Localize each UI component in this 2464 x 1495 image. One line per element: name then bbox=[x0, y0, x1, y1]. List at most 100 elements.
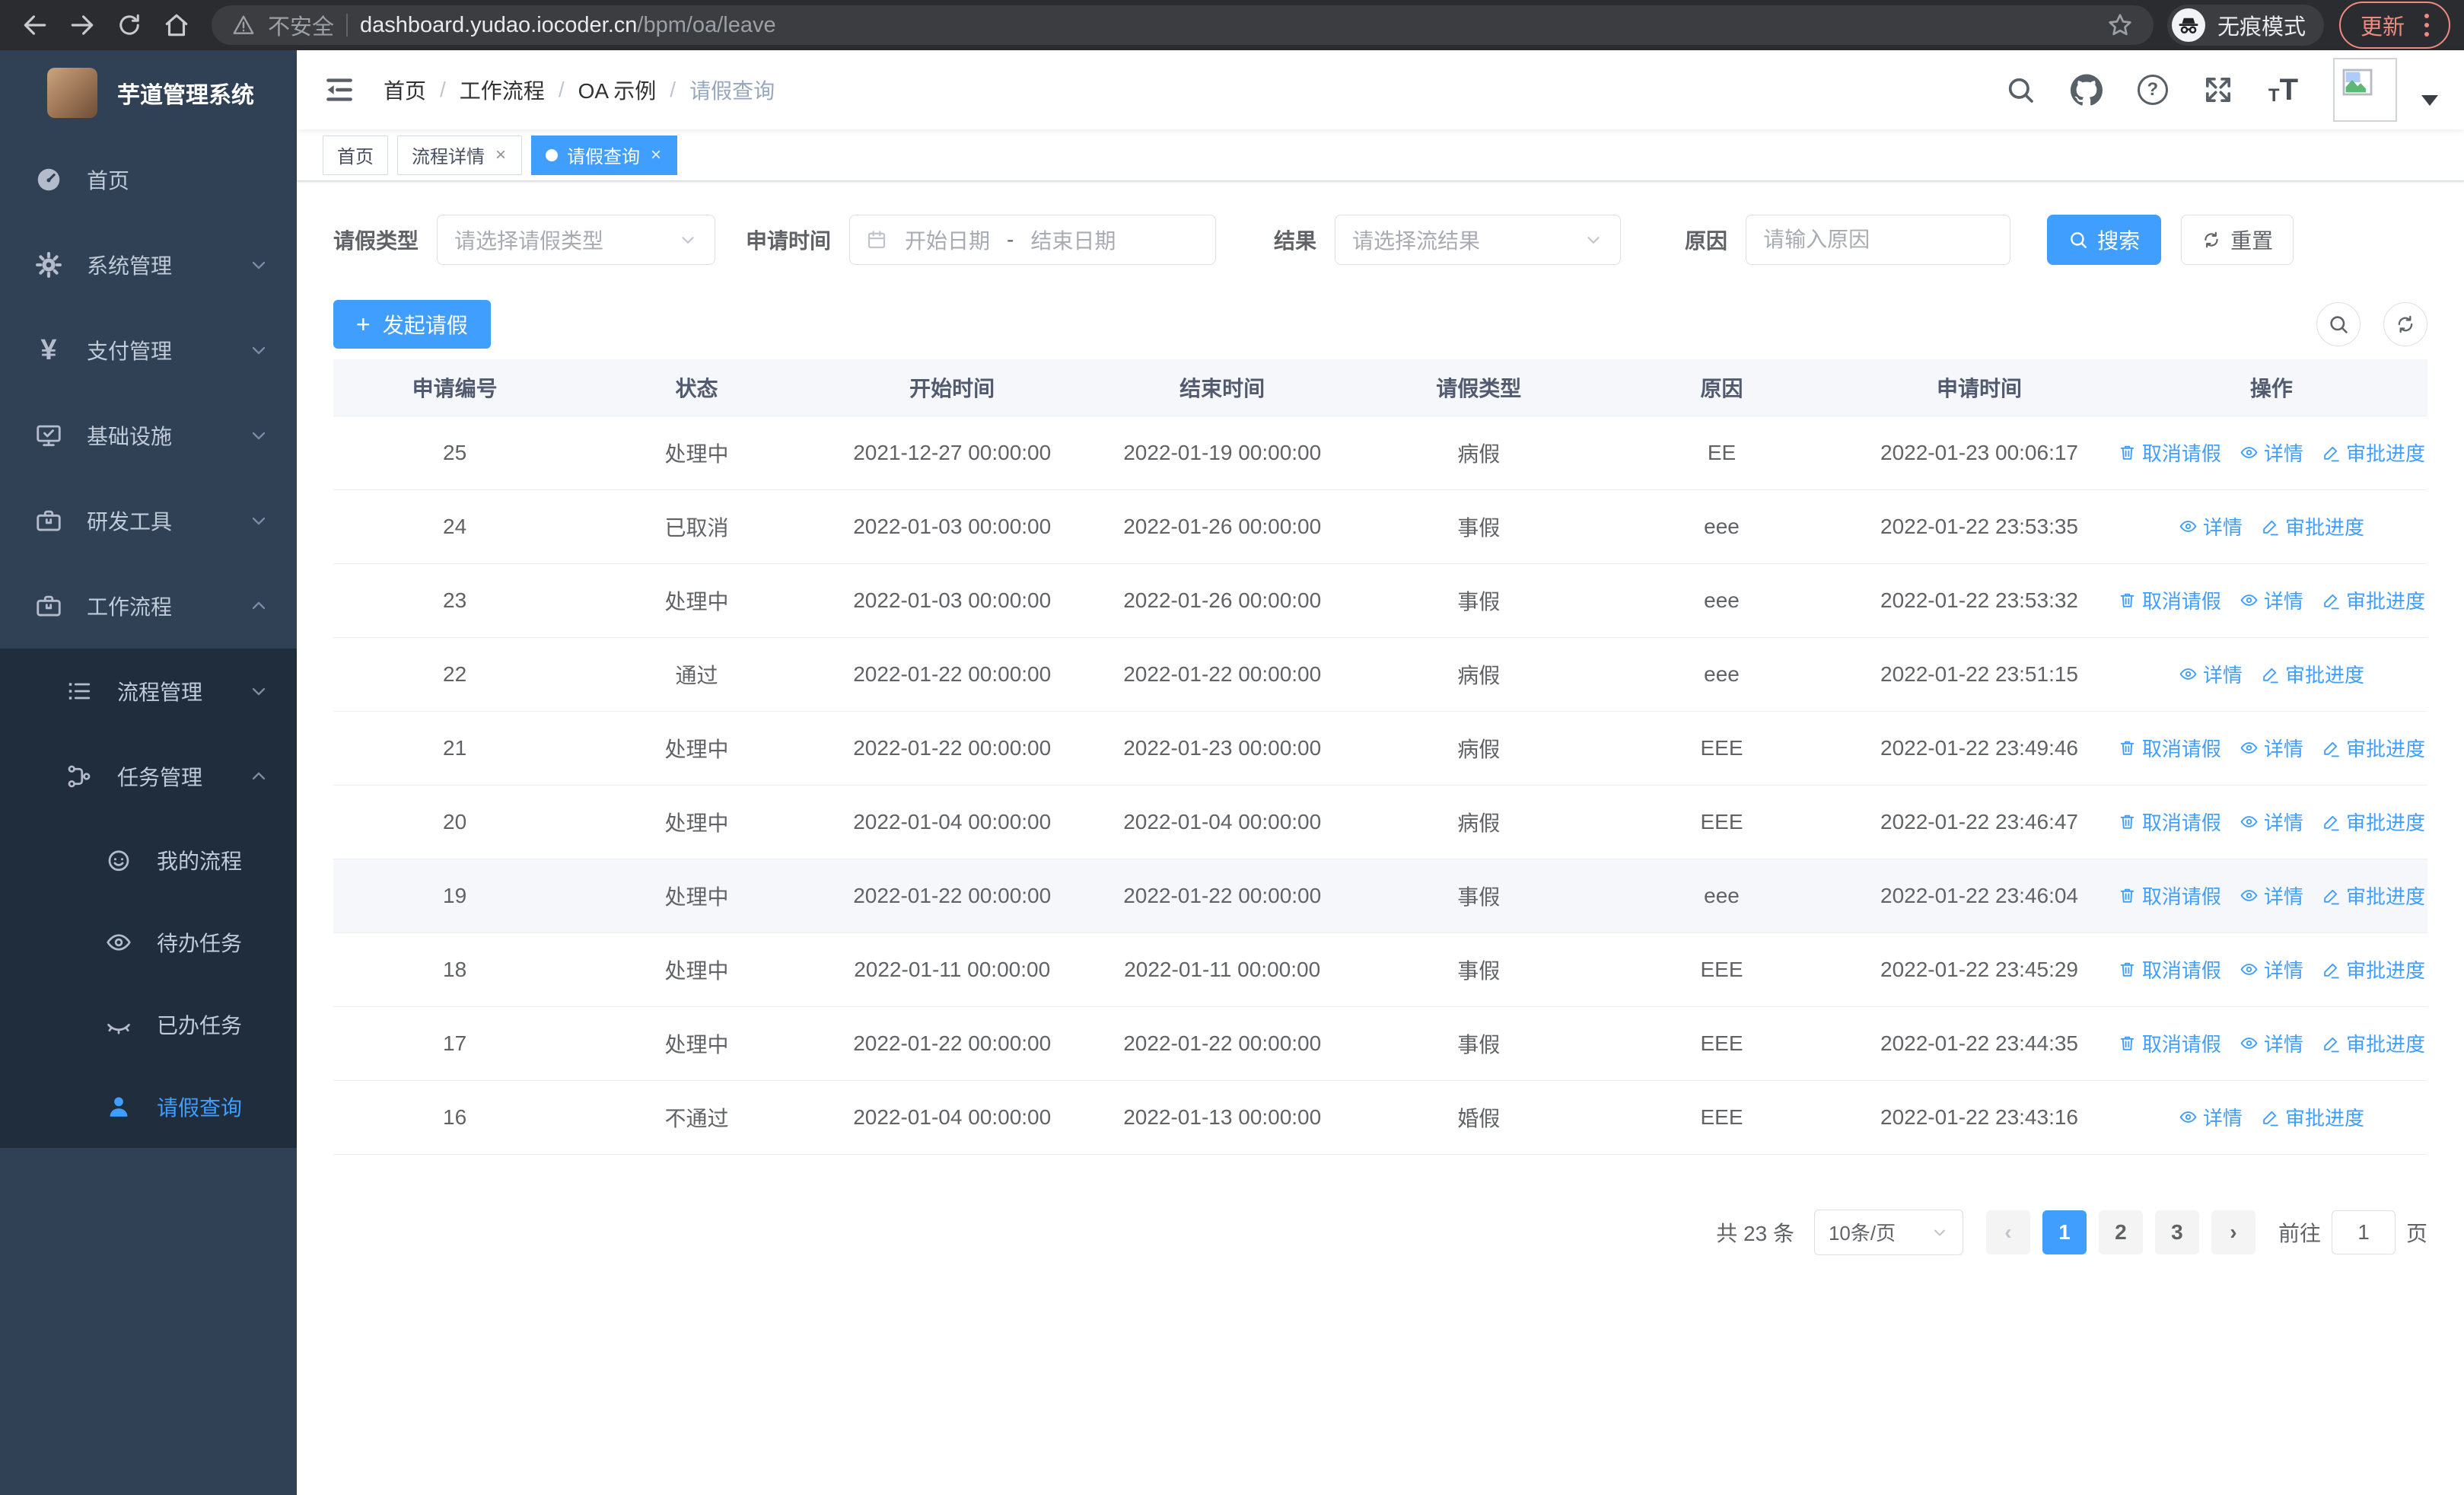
browser-update-button[interactable]: 更新 bbox=[2338, 2, 2450, 49]
result-select[interactable]: 请选择流结果 bbox=[1335, 215, 1622, 265]
cancel-leave-link[interactable]: 取消请假 bbox=[2118, 955, 2221, 983]
approval-progress-link[interactable]: 审批进度 bbox=[2322, 808, 2425, 836]
detail-link[interactable]: 详情 bbox=[2240, 734, 2303, 762]
fullscreen-button[interactable] bbox=[2203, 75, 2233, 105]
page-button-2[interactable]: 2 bbox=[2098, 1210, 2143, 1254]
eye-closed-icon bbox=[100, 1011, 137, 1038]
page-button-1[interactable]: 1 bbox=[2042, 1210, 2087, 1254]
header-search-button[interactable] bbox=[2005, 75, 2036, 105]
sidebar-item-done-tasks[interactable]: 已办任务 bbox=[0, 983, 297, 1066]
cancel-leave-link[interactable]: 取消请假 bbox=[2118, 586, 2221, 614]
font-size-icon: TT bbox=[2268, 73, 2298, 107]
breadcrumb-oa-example[interactable]: OA 示例 bbox=[578, 75, 657, 105]
sidebar-item-process-management[interactable]: 流程管理 bbox=[0, 649, 297, 734]
reset-button[interactable]: 重置 bbox=[2181, 215, 2294, 265]
search-button[interactable]: 搜索 bbox=[2047, 215, 2162, 265]
prev-page-button[interactable]: ‹ bbox=[1985, 1210, 2030, 1254]
breadcrumb-home[interactable]: 首页 bbox=[384, 75, 426, 105]
sidebar-item-system[interactable]: 系统管理 bbox=[0, 222, 297, 308]
detail-link[interactable]: 详情 bbox=[2240, 881, 2303, 910]
sidebar-item-devtools[interactable]: 研发工具 bbox=[0, 478, 297, 563]
sidebar-item-payment[interactable]: ¥ 支付管理 bbox=[0, 308, 297, 393]
detail-link[interactable]: 详情 bbox=[2179, 660, 2243, 688]
cancel-leave-link[interactable]: 取消请假 bbox=[2118, 808, 2221, 836]
cell-apply-time: 2022-01-22 23:43:16 bbox=[1843, 1080, 2115, 1155]
sidebar-item-infrastructure[interactable]: 基础设施 bbox=[0, 393, 297, 478]
browser-back-button[interactable] bbox=[14, 4, 56, 46]
cell-apply-time: 2022-01-22 23:53:35 bbox=[1843, 489, 2115, 564]
app-logo-row[interactable]: 芋道管理系统 bbox=[0, 50, 297, 135]
avatar-caret-icon[interactable] bbox=[2421, 95, 2438, 106]
avatar[interactable] bbox=[2333, 58, 2397, 122]
approval-progress-link[interactable]: 审批进度 bbox=[2322, 586, 2425, 614]
apply-time-range-picker[interactable]: 开始日期 - 结束日期 bbox=[849, 215, 1217, 265]
detail-link[interactable]: 详情 bbox=[2240, 438, 2303, 467]
sidebar-collapse-button[interactable] bbox=[323, 73, 356, 107]
reason-input[interactable] bbox=[1763, 228, 1994, 252]
cancel-leave-link[interactable]: 取消请假 bbox=[2118, 881, 2221, 910]
page-button-3[interactable]: 3 bbox=[2154, 1210, 2199, 1254]
home-icon bbox=[162, 11, 191, 40]
next-page-button[interactable]: › bbox=[2211, 1210, 2255, 1254]
browser-home-button[interactable] bbox=[155, 4, 198, 46]
help-button[interactable]: ? bbox=[2137, 75, 2168, 105]
approval-progress-link[interactable]: 审批进度 bbox=[2261, 512, 2364, 540]
leave-type-select[interactable]: 请选择请假类型 bbox=[437, 215, 716, 265]
cancel-leave-link[interactable]: 取消请假 bbox=[2118, 1029, 2221, 1057]
dashboard-icon bbox=[30, 165, 67, 194]
toggle-search-button[interactable] bbox=[2316, 302, 2361, 346]
back-icon bbox=[21, 11, 49, 40]
cell-reason: eee bbox=[1600, 489, 1844, 564]
table-row: 25 处理中 2021-12-27 00:00:00 2022-01-19 00… bbox=[333, 416, 2427, 490]
cancel-leave-link[interactable]: 取消请假 bbox=[2118, 734, 2221, 762]
cancel-leave-link[interactable]: 取消请假 bbox=[2118, 438, 2221, 467]
approval-progress-link[interactable]: 审批进度 bbox=[2322, 1029, 2425, 1057]
approval-progress-link[interactable]: 审批进度 bbox=[2322, 734, 2425, 762]
approval-progress-link[interactable]: 审批进度 bbox=[2322, 881, 2425, 910]
sidebar-item-leave-query[interactable]: 请假查询 bbox=[0, 1066, 297, 1148]
goto-page-input[interactable] bbox=[2331, 1210, 2396, 1254]
font-size-button[interactable]: TT bbox=[2268, 75, 2298, 105]
close-icon[interactable]: × bbox=[649, 145, 663, 164]
sidebar-item-my-process[interactable]: 我的流程 bbox=[0, 819, 297, 901]
approval-progress-link[interactable]: 审批进度 bbox=[2261, 1103, 2364, 1131]
approval-progress-link[interactable]: 审批进度 bbox=[2261, 660, 2364, 688]
detail-link[interactable]: 详情 bbox=[2240, 1029, 2303, 1057]
sidebar-item-workflow[interactable]: 工作流程 bbox=[0, 563, 297, 649]
detail-link[interactable]: 详情 bbox=[2179, 512, 2243, 540]
browser-menu-icon[interactable] bbox=[2420, 12, 2434, 38]
forward-icon bbox=[68, 11, 97, 40]
sidebar-item-label: 任务管理 bbox=[117, 766, 203, 789]
sidebar-item-task-management[interactable]: 任务管理 bbox=[0, 734, 297, 819]
range-separator: - bbox=[1007, 228, 1014, 251]
sidebar-item-todo-tasks[interactable]: 待办任务 bbox=[0, 901, 297, 983]
breadcrumb-workflow[interactable]: 工作流程 bbox=[460, 75, 545, 105]
close-icon[interactable]: × bbox=[494, 145, 508, 164]
cell-reason: EEE bbox=[1600, 1006, 1844, 1081]
detail-link[interactable]: 详情 bbox=[2240, 955, 2303, 983]
tab-leave-query[interactable]: 请假查询 × bbox=[531, 135, 678, 175]
cell-apply-time: 2022-01-23 00:06:17 bbox=[1843, 416, 2115, 490]
browser-address-bar[interactable]: 不安全 dashboard.yudao.iocoder.cn/bpm/oa/le… bbox=[212, 5, 2154, 45]
sidebar-menu: 首页 系统管理 ¥ 支付管理 基础设施 研发工具 工作流程 流程管理 任务管理 … bbox=[0, 137, 297, 1148]
cell-actions: 取消请假 详情 审批进度 bbox=[2115, 932, 2427, 1007]
detail-link[interactable]: 详情 bbox=[2179, 1103, 2243, 1131]
approval-progress-link[interactable]: 审批进度 bbox=[2322, 438, 2425, 467]
browser-reload-button[interactable] bbox=[108, 4, 151, 46]
page-size-select[interactable]: 10条/页 bbox=[1813, 1209, 1963, 1255]
github-link-button[interactable] bbox=[2071, 74, 2103, 106]
cell-apply-time: 2022-01-22 23:49:46 bbox=[1843, 711, 2115, 786]
browser-forward-button[interactable] bbox=[61, 4, 103, 46]
create-leave-button[interactable]: + 发起请假 bbox=[333, 300, 491, 349]
tab-home[interactable]: 首页 bbox=[323, 135, 388, 175]
tab-process-detail[interactable]: 流程详情 × bbox=[397, 135, 523, 175]
refresh-table-button[interactable] bbox=[2383, 302, 2427, 346]
flow-tree-icon bbox=[61, 763, 97, 790]
approval-progress-link[interactable]: 审批进度 bbox=[2322, 955, 2425, 983]
sidebar-item-home[interactable]: 首页 bbox=[0, 137, 297, 222]
cell-actions: 详情 审批进度 bbox=[2115, 489, 2427, 564]
bookmark-star-icon[interactable] bbox=[2106, 11, 2134, 39]
detail-link[interactable]: 详情 bbox=[2240, 808, 2303, 836]
detail-link[interactable]: 详情 bbox=[2240, 586, 2303, 614]
breadcrumb: 首页 / 工作流程 / OA 示例 / 请假查询 bbox=[384, 75, 775, 105]
